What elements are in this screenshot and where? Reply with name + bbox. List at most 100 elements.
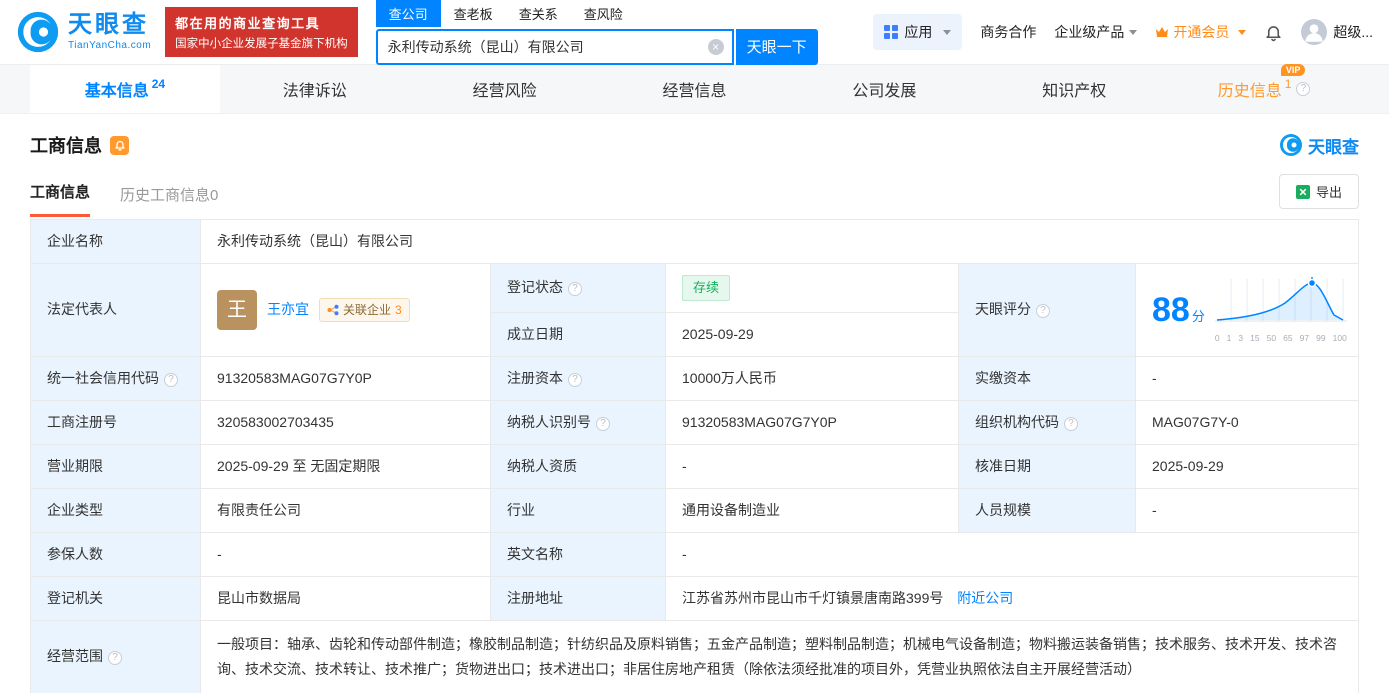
clear-search-icon[interactable] [707,38,724,55]
monitor-bell-icon[interactable] [110,135,129,155]
english-name-value: - [665,531,1359,577]
paid-capital-value: - [1135,355,1359,401]
nearby-companies-link[interactable]: 附近公司 [957,590,1013,606]
field-label: 实缴资本 [958,355,1136,401]
tianyancha-logo[interactable]: 天眼查 TianYanCha.com [16,10,151,54]
tab-operating-risk[interactable]: 经营风险 [410,65,600,113]
legal-rep-avatar[interactable]: 王 [217,289,257,330]
field-label: 登记状态 [490,263,666,313]
relation-graph-icon [327,304,339,316]
tab-label: 法律诉讼 [282,83,347,100]
establish-date-value: 2025-09-29 [665,311,959,357]
search-button[interactable]: 天眼一下 [735,28,818,65]
help-icon[interactable] [568,372,582,387]
search-area: 查公司 查老板 查关系 查风险 天眼一下 [375,0,818,65]
search-tab-company[interactable]: 查公司 [375,0,441,27]
open-vip-label: 开通会员 [1173,24,1230,40]
logo-title: 天眼查 [68,11,149,38]
company-type-value: 有限责任公司 [200,487,491,533]
tab-basic-info[interactable]: 基本信息 24 [30,65,220,113]
tianyancha-logo-icon [1280,134,1302,156]
reg-status-value: 存续 [665,263,959,313]
help-icon[interactable] [596,416,610,431]
subtab-business-info[interactable]: 工商信息 [30,181,91,217]
excel-icon [1295,184,1310,199]
business-info-table: 企业名称 永利传动系统（昆山）有限公司 法定代表人 王 王亦宜 关联企业 3 登… [30,219,1359,693]
tianyancha-company-page: 天眼查 TianYanCha.com 都在用的商业查询工具 国家中小企业发展子基… [0,0,1389,693]
search-tab-boss[interactable]: 查老板 [441,0,506,27]
logo-domain: TianYanCha.com [68,40,152,51]
apps-button[interactable]: 应用 [873,14,963,50]
search-tab-relation[interactable]: 查关系 [506,0,571,27]
tab-intellectual-property[interactable]: 知识产权 [979,65,1169,113]
notification-bell-icon[interactable] [1264,23,1283,42]
search-input[interactable] [387,38,708,55]
apps-grid-icon [884,25,899,39]
slogan-line2: 国家中小企业发展子基金旗下机构 [175,38,348,50]
section-header: 工商信息 天眼查 [0,114,1389,162]
subtab-history-business-info[interactable]: 历史工商信息0 [120,184,218,217]
help-icon[interactable] [1296,82,1311,96]
watermark-label: 天眼查 [1308,137,1359,157]
user-avatar [1301,19,1328,45]
status-badge: 存续 [682,275,731,301]
field-label: 企业名称 [30,219,201,264]
field-label: 法定代表人 [30,263,201,357]
tab-label: 经营风险 [472,83,537,100]
section-title: 工商信息 [30,136,102,156]
help-icon[interactable] [1064,416,1078,431]
field-label: 人员规模 [958,487,1136,533]
tab-operating-info[interactable]: 经营信息 [600,65,790,113]
tab-legal-proceedings[interactable]: 法律诉讼 [220,65,410,113]
help-icon[interactable] [108,651,122,666]
tianyancha-logo-icon [17,11,59,53]
tianyan-score-cell: 88 分 0 1 3 15 50 65 97 99 100 [1135,263,1359,357]
table-row: 工商注册号 320583002703435 纳税人识别号 91320583MAG… [30,399,1359,445]
table-row: 统一社会信用代码 91320583MAG07G7Y0P 注册资本 10000万人… [30,355,1359,401]
slogan-line1: 都在用的商业查询工具 [175,16,321,31]
reg-authority-value: 昆山市数据局 [200,575,491,621]
field-label: 经营范围 [30,619,201,693]
export-button[interactable]: 导出 [1278,174,1359,209]
field-label: 营业期限 [30,443,201,489]
help-icon[interactable] [164,372,178,387]
taxpayer-id-value: 91320583MAG07G7Y0P [665,399,959,445]
tab-label: 公司发展 [852,83,917,100]
legal-rep-link[interactable]: 王亦宜 [267,299,309,320]
tab-company-development[interactable]: 公司发展 [789,65,979,113]
tab-label: 经营信息 [662,83,727,100]
table-row: 参保人数 - 英文名称 - [30,531,1359,577]
field-label: 纳税人识别号 [490,399,666,445]
reg-address-cell: 江苏省苏州市昆山市千灯镇景唐南路399号 附近公司 [665,575,1359,621]
tab-history-info[interactable]: VIP 历史信息 1 [1169,64,1359,113]
field-label: 注册资本 [490,355,666,401]
field-label: 工商注册号 [30,399,201,445]
help-icon[interactable] [568,282,582,297]
search-tab-risk[interactable]: 查风险 [571,0,636,27]
approval-date-value: 2025-09-29 [1135,443,1359,489]
tab-label: 基本信息 [84,83,149,100]
field-label: 天眼评分 [958,263,1136,357]
business-cooperation-link[interactable]: 商务合作 [980,22,1036,42]
help-icon[interactable] [1036,304,1050,319]
export-label: 导出 [1315,185,1342,200]
user-account[interactable]: 超级... [1301,19,1373,45]
tianyan-score: 88 分 0 1 3 15 50 65 97 99 100 [1152,275,1347,345]
business-term-value: 2025-09-29 至 无固定期限 [200,443,491,489]
reg-capital-value: 10000万人民币 [665,355,959,401]
open-vip-menu[interactable]: 开通会员 [1155,22,1247,42]
chevron-down-icon [1129,29,1138,35]
enterprise-product-menu[interactable]: 企业级产品 [1054,22,1138,42]
tab-count: 24 [151,77,166,91]
taxpayer-quality-value: - [665,443,959,489]
reg-number-value: 320583002703435 [200,399,491,445]
score-value: 88 [1152,290,1190,329]
vip-badge: VIP [1280,64,1306,76]
related-label: 关联企业 [343,302,392,317]
credit-code-value: 91320583MAG07G7Y0P [200,355,491,401]
field-label: 登记机关 [30,575,201,621]
apps-label: 应用 [904,24,933,40]
insured-count-value: - [200,531,491,577]
related-companies-badge[interactable]: 关联企业 3 [319,297,410,322]
field-label: 统一社会信用代码 [30,355,201,401]
